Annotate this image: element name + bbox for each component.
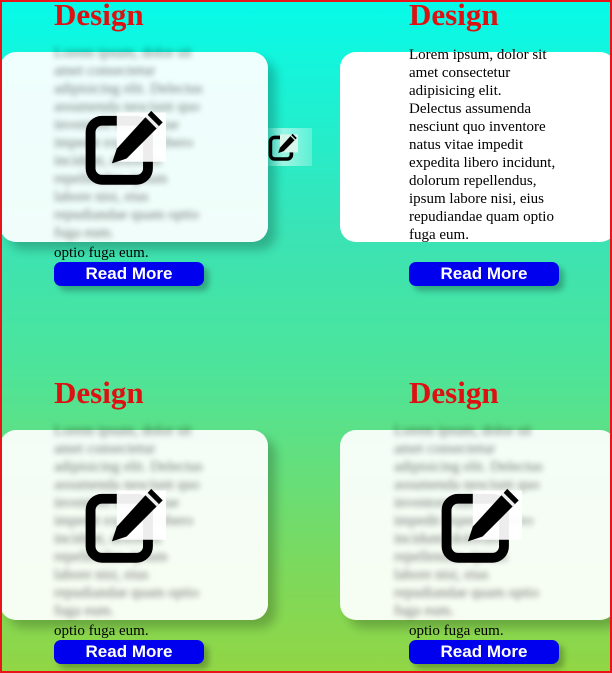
edit-icon: [441, 488, 522, 563]
card-text: Lorem ipsum, dolor sit amet consectetur …: [409, 47, 556, 243]
card-1: Design Lorem ipsum, dolor sit amet conse…: [2, 2, 272, 312]
card-title: Design: [54, 0, 144, 32]
card-title: Design: [409, 375, 499, 410]
card-text-tail: optio fuga eum.: [54, 623, 149, 639]
edit-icon: [85, 488, 166, 563]
card-3: Design Lorem ipsum, dolor sit amet conse…: [2, 375, 272, 671]
card-overlay: Lorem ipsum, dolor sit amet consectetur …: [340, 423, 610, 620]
card-text-tail: optio fuga eum.: [409, 623, 504, 639]
card-overlay: Lorem ipsum, dolor sit amet consectetur …: [2, 423, 268, 620]
card-text-tail: optio fuga eum.: [54, 245, 149, 261]
read-more-button[interactable]: Read More: [409, 262, 559, 286]
card-title: Design: [409, 0, 499, 32]
edit-icon: [85, 110, 166, 185]
page: Design Lorem ipsum, dolor sit amet conse…: [0, 0, 612, 673]
edit-icon: [268, 133, 298, 161]
card-title: Design: [54, 375, 144, 410]
read-more-button[interactable]: Read More: [54, 262, 204, 286]
card-2: Design Lorem ipsum, dolor sit amet conse…: [340, 0, 610, 312]
card-4: Design Lorem ipsum, dolor sit amet conse…: [340, 375, 610, 671]
floating-edit-icon-box[interactable]: [264, 128, 312, 166]
read-more-button[interactable]: Read More: [54, 640, 204, 664]
card-overlay: Lorem ipsum, dolor sit amet consectetur …: [2, 45, 268, 242]
read-more-button[interactable]: Read More: [409, 640, 559, 664]
